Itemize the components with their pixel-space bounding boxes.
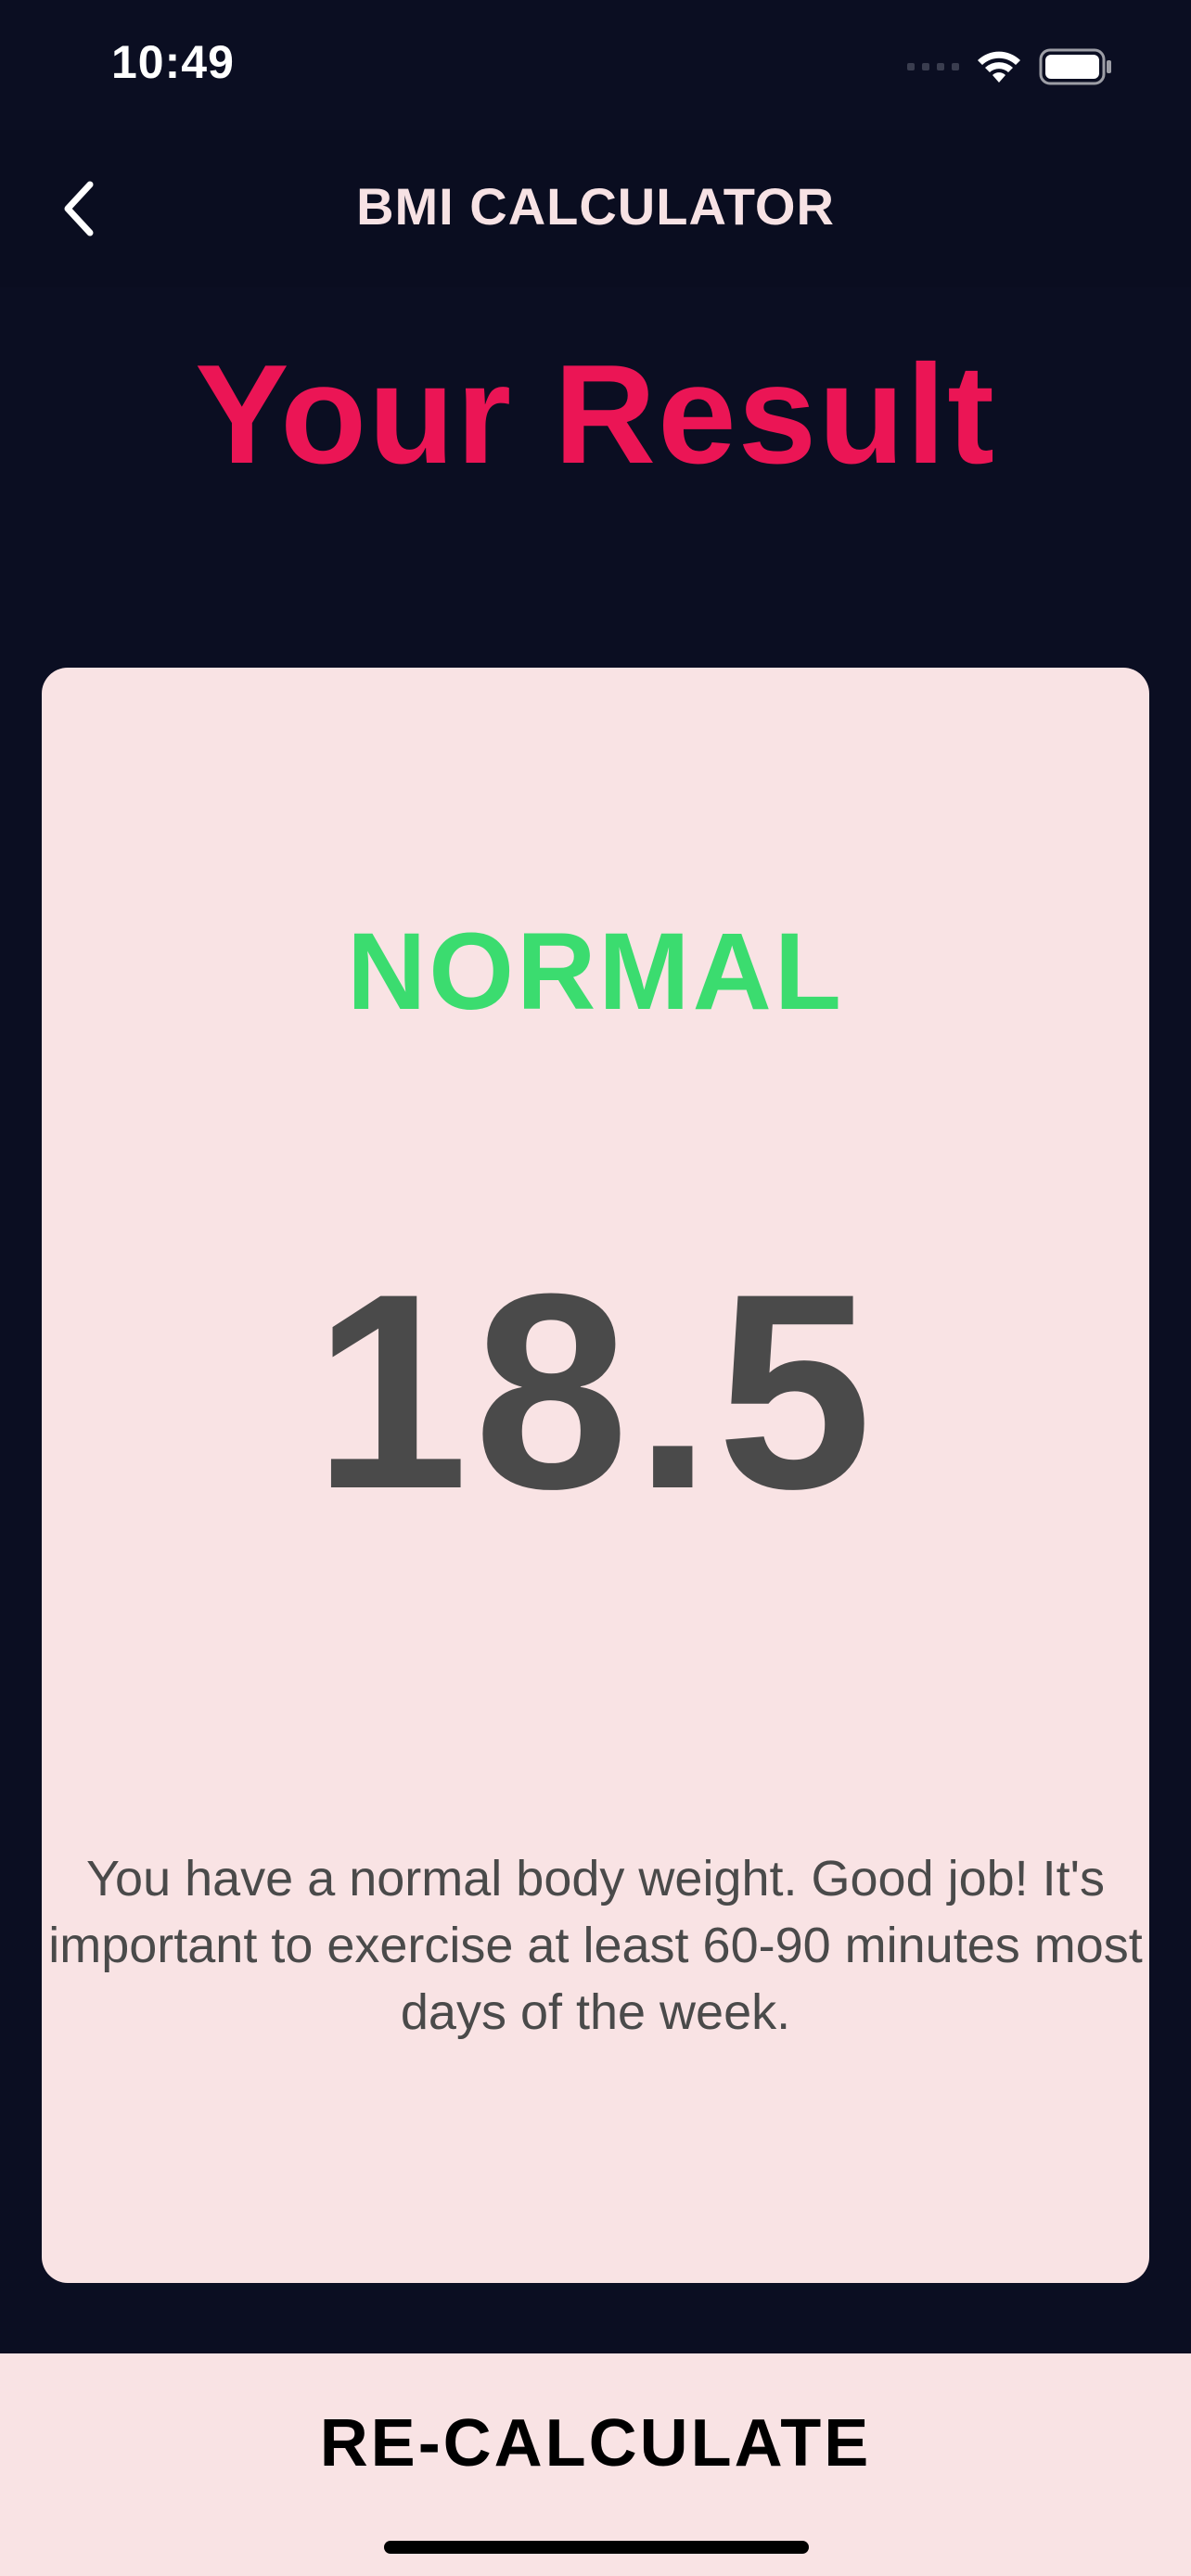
bmi-status-label: NORMAL	[347, 911, 844, 1033]
cellular-signal-icon	[907, 63, 959, 70]
navigation-bar: BMI CALCULATOR	[0, 130, 1191, 287]
page-title: Your Result	[195, 336, 996, 493]
result-card: NORMAL 18.5 You have a normal body weigh…	[42, 668, 1149, 2283]
status-bar: 10:49	[0, 0, 1191, 130]
bmi-message: You have a normal body weight. Good job!…	[48, 1851, 1143, 2040]
bmi-value: 18.5	[314, 1235, 877, 1547]
status-icons	[907, 45, 1113, 89]
status-time: 10:49	[111, 36, 235, 88]
home-indicator	[384, 2541, 809, 2554]
nav-title: BMI CALCULATOR	[356, 177, 835, 236]
wifi-icon	[976, 49, 1022, 84]
battery-icon	[1039, 48, 1113, 85]
